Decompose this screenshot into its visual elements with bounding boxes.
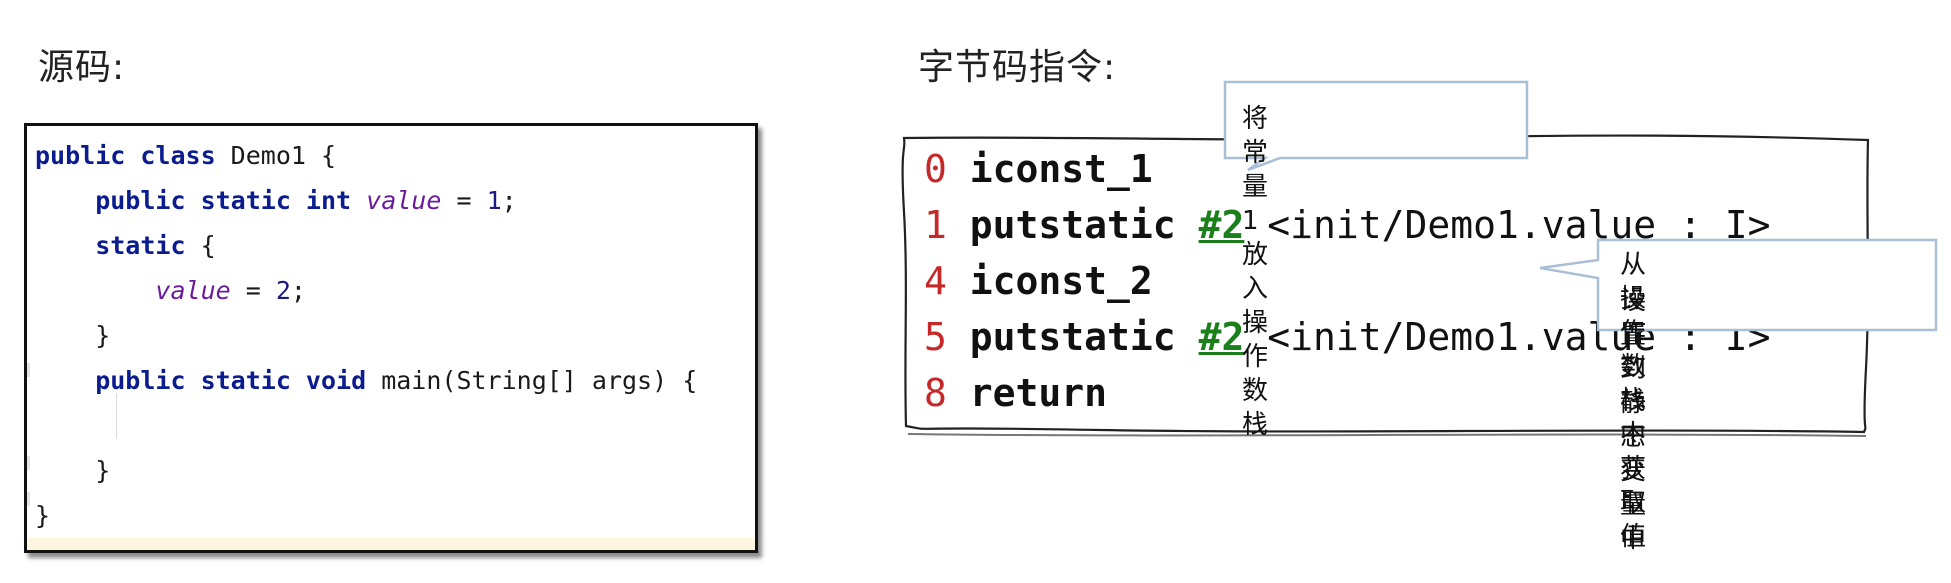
bytecode-offset: 8 xyxy=(924,371,947,415)
gutter-marker xyxy=(27,492,30,506)
bytecode-instruction: 4 iconst_2 xyxy=(924,253,1153,309)
editor-bottom-strip xyxy=(27,538,755,550)
code-text: ; xyxy=(290,276,306,305)
bytecode-heading: 字节码指令: xyxy=(918,47,1117,88)
callout-bubble xyxy=(1540,238,1938,332)
bytecode-instruction: 0 iconst_1 xyxy=(924,141,1153,197)
bytecode-instruction: 8 return xyxy=(924,365,1107,421)
bytecode-offset: 5 xyxy=(924,315,947,359)
gutter-marker xyxy=(27,456,30,470)
callout-bubble xyxy=(1223,80,1529,172)
gutter-marker xyxy=(27,363,30,377)
code-text: main(String[] args) { xyxy=(381,366,698,395)
code-line: } xyxy=(35,318,110,354)
code-text: } xyxy=(35,321,111,350)
code-text: } xyxy=(35,456,111,485)
bytecode-opcode: putstatic xyxy=(969,315,1176,359)
code-number: 2 xyxy=(275,276,291,305)
code-keyword: static xyxy=(35,231,201,260)
code-keyword: public static int xyxy=(35,186,367,215)
indent-guide xyxy=(116,393,117,439)
bytecode-opcode: putstatic xyxy=(969,203,1176,247)
code-keyword: public class xyxy=(35,141,231,170)
constant-pool-link[interactable]: #2 xyxy=(1199,315,1245,359)
code-line: static { xyxy=(35,228,216,264)
code-text: } xyxy=(35,501,51,530)
bytecode-opcode: iconst_2 xyxy=(969,259,1153,303)
code-field: value xyxy=(366,186,442,215)
code-text: { xyxy=(200,231,216,260)
code-text: ; xyxy=(501,186,517,215)
constant-pool-link[interactable]: #2 xyxy=(1199,203,1245,247)
code-line: public class Demo1 { xyxy=(35,138,336,174)
code-number: 1 xyxy=(486,186,502,215)
bytecode-offset: 1 xyxy=(924,203,947,247)
bytecode-opcode: iconst_1 xyxy=(969,147,1153,191)
code-line: } xyxy=(35,453,110,489)
code-text: = xyxy=(230,276,276,305)
code-keyword: public static void xyxy=(35,366,382,395)
code-field: value xyxy=(155,276,231,305)
callout-top-text: 将常量1放入操作数栈 xyxy=(1242,104,1269,440)
code-text: Demo1 { xyxy=(230,141,337,170)
code-line: value = 2; xyxy=(35,273,306,309)
code-text: = xyxy=(441,186,487,215)
callout-right-line2: 设置到静态变量中 xyxy=(1620,286,1647,554)
source-heading: 源码: xyxy=(38,47,126,88)
bytecode-offset: 4 xyxy=(924,259,947,303)
source-code-panel: public class Demo1 { public static int v… xyxy=(24,123,758,553)
code-line: public static void main(String[] args) { xyxy=(35,363,697,399)
code-line: } xyxy=(35,498,50,534)
bytecode-opcode: return xyxy=(969,371,1108,415)
code-line: public static int value = 1; xyxy=(35,183,517,219)
bytecode-offset: 0 xyxy=(924,147,947,191)
